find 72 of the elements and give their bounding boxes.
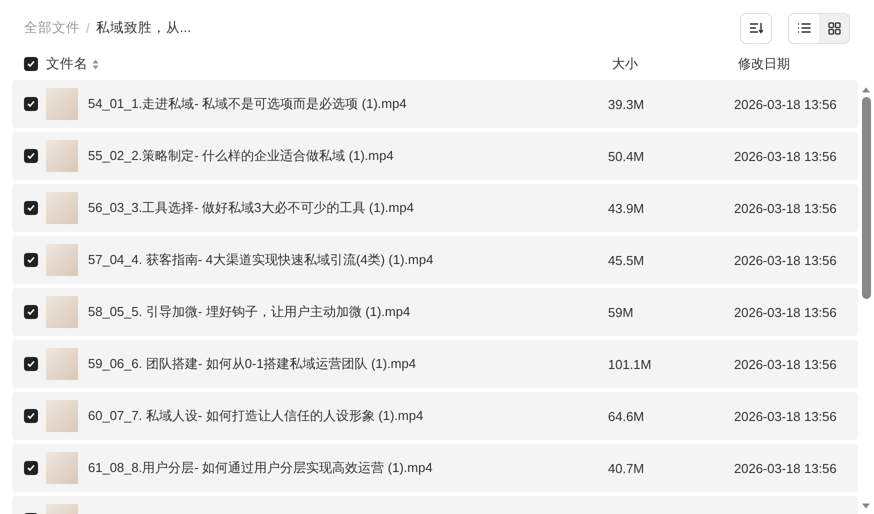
video-thumbnail-placeholder (46, 244, 78, 276)
modified-date: 2026-03-18 13:56 (734, 148, 838, 164)
video-thumbnail-placeholder (46, 452, 78, 484)
file-row[interactable]: 58_05_5. 引导加微- 埋好钩子，让用户主动加微 (1).mp4 59M 2026-03-18 13:56 (12, 288, 858, 336)
modified-date: 2026-03-18 13:56 (734, 200, 838, 216)
modified-date: 2026-03-18 13:56 (734, 304, 838, 320)
modified-date: 2026-03-18 13:56 (734, 460, 838, 476)
file-size: 64.6M (608, 408, 646, 424)
column-header[interactable]: 大小 (612, 55, 738, 73)
file-name: 61_08_8.用户分层- 如何通过用户分层实现高效运营 (1).mp4 (88, 459, 434, 477)
check-icon (26, 255, 36, 265)
column-header[interactable]: 修改日期 (738, 55, 874, 73)
select-all-checkbox[interactable] (24, 57, 38, 71)
file-row[interactable]: 54_01_1.走进私域- 私域不是可选项而是必选项 (1).mp4 39.3M 2026-03-18 13:56 (12, 80, 858, 128)
scroll-down-icon[interactable] (861, 502, 871, 510)
file-size: 43.9M (608, 200, 646, 216)
file-name: 57_04_4. 获客指南- 4大渠道实现快速私域引流(4类) (1).mp4 (88, 251, 434, 269)
video-thumbnail-placeholder (46, 140, 78, 172)
column-header[interactable]: 文件名 (46, 55, 88, 73)
check-icon (26, 411, 36, 421)
grid-icon (828, 22, 840, 34)
check-icon (26, 463, 36, 473)
row-checkbox[interactable] (24, 357, 38, 371)
sort-icon (749, 22, 763, 34)
check-icon (26, 59, 36, 69)
file-row[interactable]: 60_07_7. 私域人设- 如何打造让人信任的人设形象 (1).mp4 64.6M 2026-03-18 13:56 (12, 392, 858, 440)
file-row[interactable]: 56_03_3.工具选择- 做好私域3大必不可少的工具 (1).mp4 43.9M 2026-03-18 13:56 (12, 184, 858, 232)
video-thumbnail-placeholder (46, 192, 78, 224)
file-row[interactable]: 59_06_6. 团队搭建- 如何从0-1搭建私域运营团队 (1).mp4 101.1M 2026-03-18 13:56 (12, 340, 858, 388)
file-name: 56_03_3.工具选择- 做好私域3大必不可少的工具 (1).mp4 (88, 199, 415, 217)
file-name: 54_01_1.走进私域- 私域不是可选项而是必选项 (1).mp4 (88, 95, 408, 113)
modified-date: 2026-03-18 13:56 (734, 96, 838, 112)
check-icon (26, 151, 36, 161)
modified-date: 2026-03-18 13:56 (734, 252, 838, 268)
scrollbar-thumb[interactable] (862, 97, 870, 299)
file-size: 45.5M (608, 252, 646, 268)
row-checkbox[interactable] (24, 409, 38, 423)
check-icon (26, 203, 36, 213)
row-checkbox[interactable] (24, 461, 38, 475)
check-icon (26, 99, 36, 109)
file-size: 50.4M (608, 148, 646, 164)
sort-button[interactable] (740, 12, 772, 44)
scroll-up-icon[interactable] (861, 86, 871, 94)
video-thumbnail-placeholder (46, 296, 78, 328)
file-row[interactable]: 61_08_8.用户分层- 如何通过用户分层实现高效运营 (1).mp4 40.7M 2026-03-18 13:56 (12, 444, 858, 492)
row-checkbox[interactable] (24, 201, 38, 215)
row-checkbox[interactable] (24, 97, 38, 111)
file-name: 58_05_5. 引导加微- 埋好钩子，让用户主动加微 (1).mp4 (88, 303, 412, 321)
video-thumbnail-placeholder (46, 88, 78, 120)
breadcrumb-item: 私域致胜，从... (96, 19, 192, 37)
file-name: 60_07_7. 私域人设- 如何打造让人信任的人设形象 (1).mp4 (88, 407, 424, 425)
row-checkbox[interactable] (24, 305, 38, 319)
breadcrumb-separator: / (86, 20, 90, 36)
check-icon (26, 359, 36, 369)
modified-date: 2026-03-18 13:56 (734, 408, 838, 424)
file-row[interactable]: 55_02_2.策略制定- 什么样的企业适合做私域 (1).mp4 50.4M 2026-03-18 13:56 (12, 132, 858, 180)
file-size: 39.3M (608, 96, 646, 112)
file-name: 59_06_6. 团队搭建- 如何从0-1搭建私域运营团队 (1).mp4 (88, 355, 417, 373)
video-thumbnail-placeholder (46, 348, 78, 380)
file-size: 59M (608, 304, 634, 320)
check-icon (26, 307, 36, 317)
file-size: 101.1M (608, 356, 652, 372)
sort-icon[interactable] (92, 58, 99, 70)
list-icon (797, 22, 811, 34)
row-checkbox[interactable] (24, 253, 38, 267)
grid-view-button[interactable] (819, 14, 849, 42)
row-checkbox[interactable] (24, 149, 38, 163)
file-row[interactable]: 57_04_4. 获客指南- 4大渠道实现快速私域引流(4类) (1).mp4 45.5M 2026-03-18 13:56 (12, 236, 858, 284)
file-size: 40.7M (608, 460, 646, 476)
video-thumbnail-placeholder (46, 400, 78, 432)
modified-date: 2026-03-18 13:56 (734, 356, 838, 372)
file-name: 55_02_2.策略制定- 什么样的企业适合做私域 (1).mp4 (88, 147, 395, 165)
